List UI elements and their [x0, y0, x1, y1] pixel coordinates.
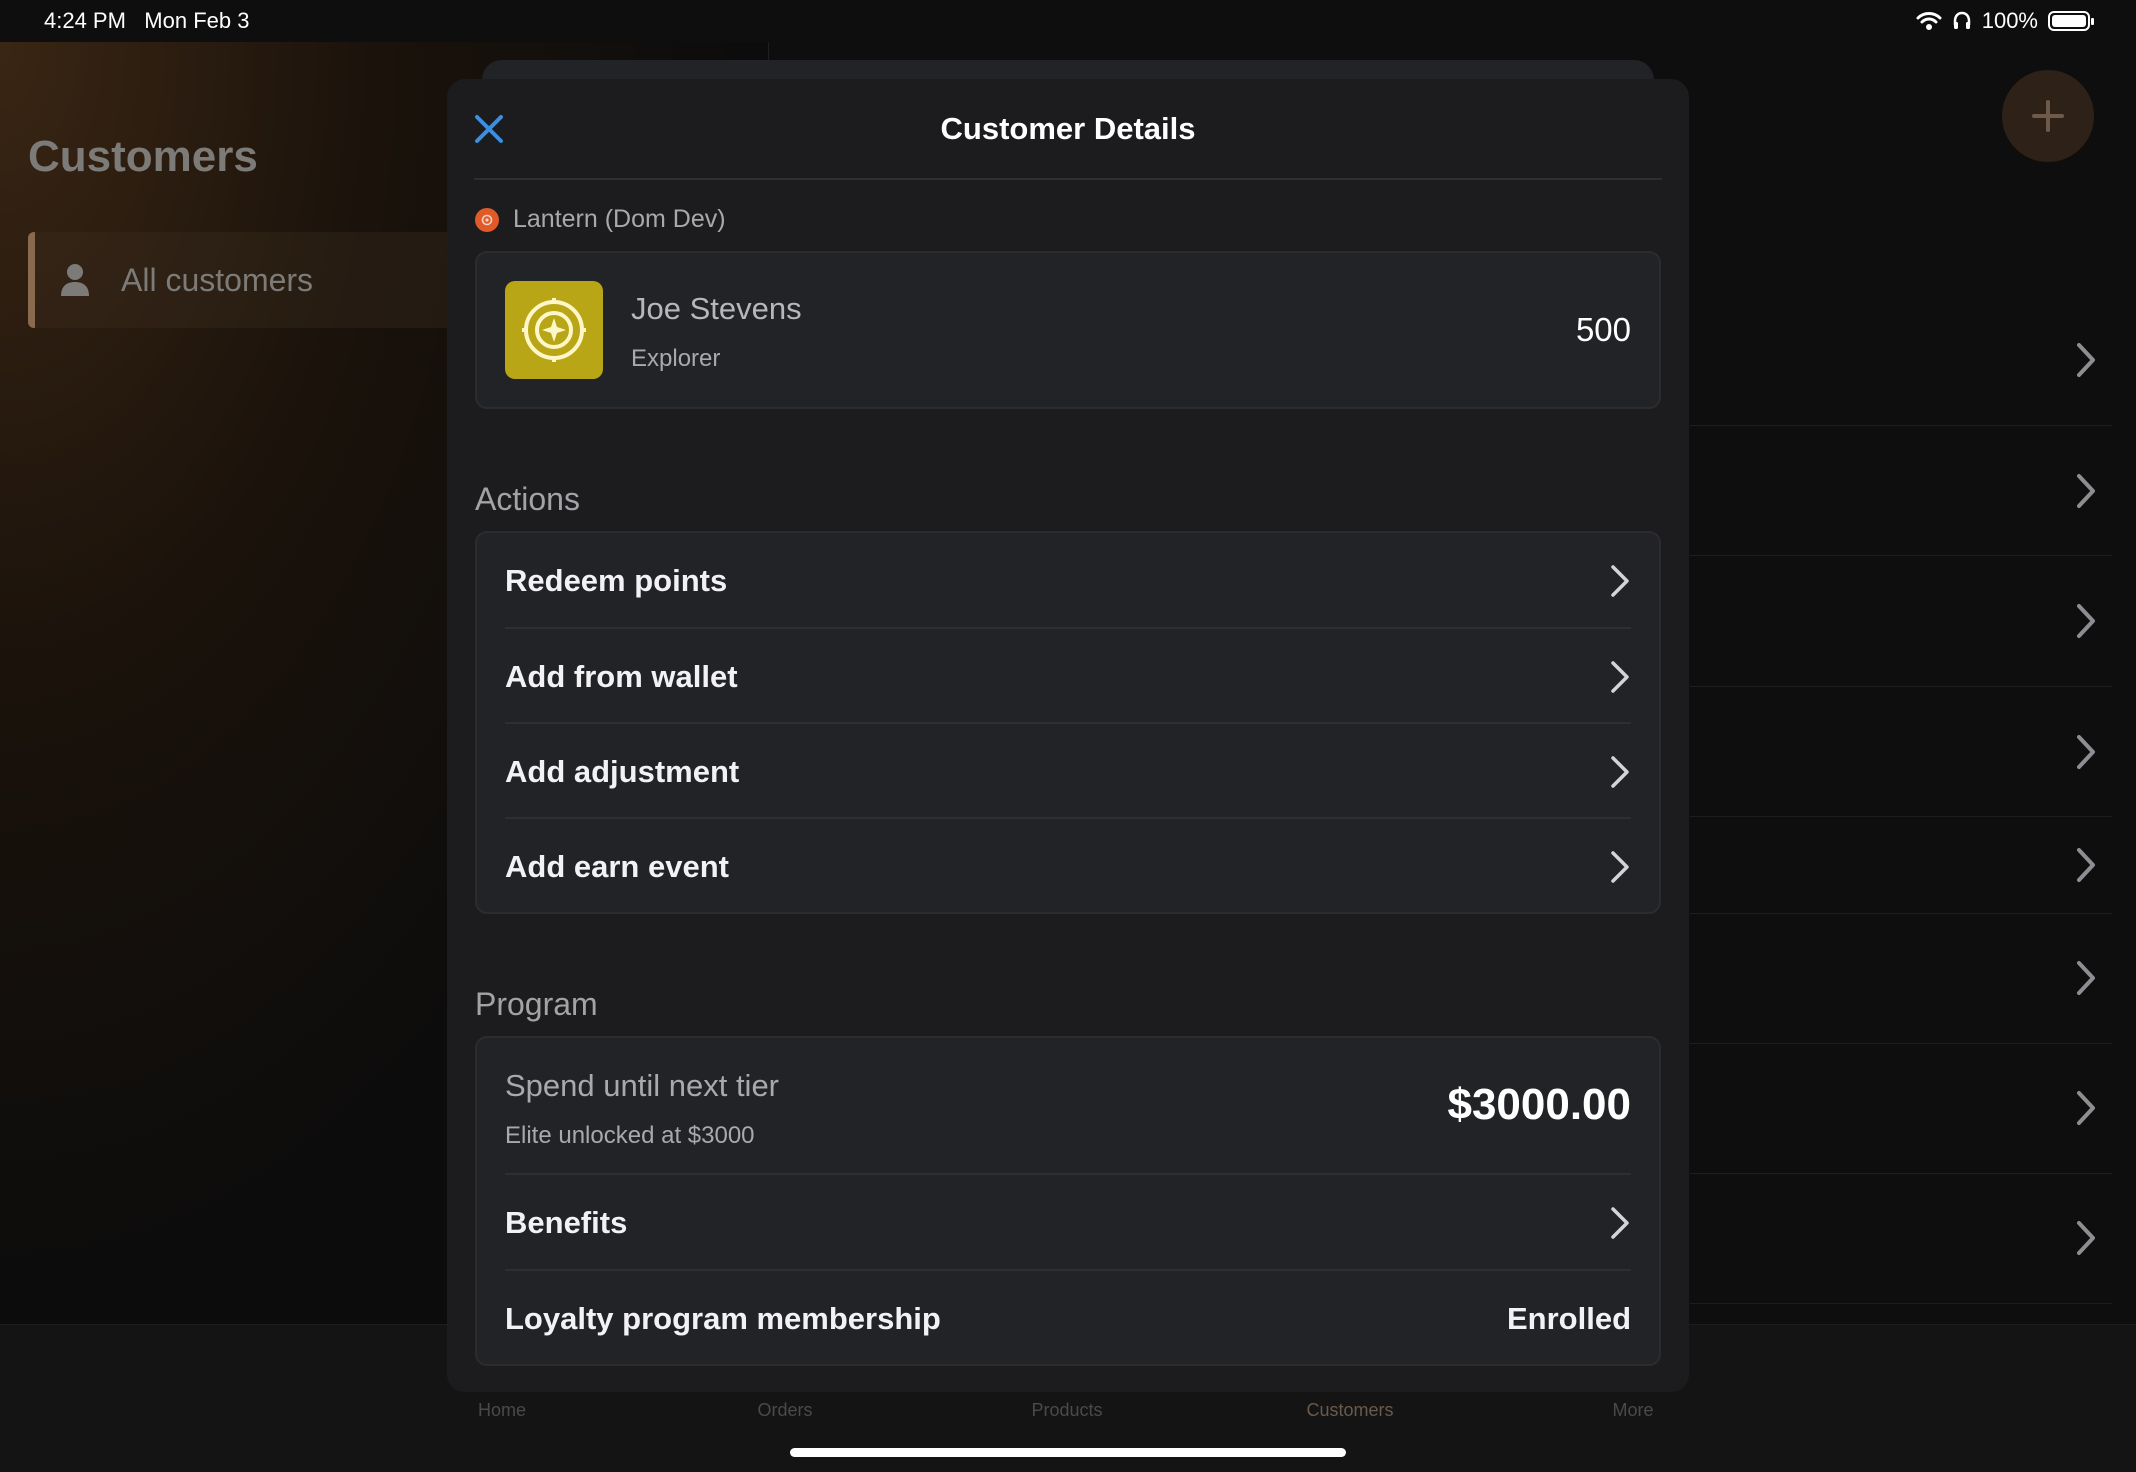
divider [1690, 425, 2112, 426]
divider [1690, 1043, 2112, 1044]
divider [1690, 1173, 2112, 1174]
action-add-from-wallet[interactable]: Add from wallet [477, 629, 1659, 724]
chevron-right-icon [1611, 850, 1629, 883]
spend-until-next-tier-label: Spend until next tier [505, 1068, 780, 1103]
action-add-earn-event[interactable]: Add earn event [477, 819, 1659, 914]
brand-row: Lantern (Dom Dev) [475, 205, 726, 234]
tab-orders[interactable]: Orders [757, 1400, 812, 1421]
divider [1690, 555, 2112, 556]
benefits-label: Benefits [505, 1204, 628, 1240]
brand-label: Lantern (Dom Dev) [513, 205, 726, 233]
membership-row: Loyalty program membership Enrolled [477, 1271, 1659, 1366]
chevron-right-icon [1611, 1206, 1629, 1239]
divider [1690, 686, 2112, 687]
section-actions-label: Actions [475, 481, 580, 517]
customer-name: Joe Stevens [631, 291, 802, 326]
customer-card: Joe Stevens Explorer 500 [475, 251, 1661, 409]
action-redeem-points[interactable]: Redeem points [477, 533, 1659, 628]
divider [1690, 816, 2112, 817]
sidebar-item-label: All customers [121, 261, 314, 298]
plus-icon [2032, 100, 2064, 132]
chevron-right-icon[interactable] [2074, 603, 2098, 639]
action-add-adjustment[interactable]: Add adjustment [477, 724, 1659, 819]
divider [1690, 1303, 2112, 1304]
home-indicator [790, 1448, 1346, 1457]
status-date-label: Mon Feb 3 [144, 8, 250, 33]
status-time-label: 4:24 PM [44, 8, 126, 33]
tier-avatar [505, 281, 603, 379]
divider [1690, 913, 2112, 914]
action-label: Add from wallet [505, 658, 738, 694]
status-indicators: 100% [1916, 8, 2094, 34]
wifi-icon [1916, 12, 1942, 30]
modal-title: Customer Details [940, 111, 1196, 146]
tab-customers[interactable]: Customers [1306, 1400, 1393, 1421]
benefits-row[interactable]: Benefits [477, 1175, 1659, 1270]
divider [474, 178, 1662, 180]
chevron-right-icon[interactable] [2074, 1090, 2098, 1126]
add-customer-button[interactable] [2002, 70, 2094, 162]
compass-icon [522, 298, 586, 362]
status-time: 4:24 PM Mon Feb 3 [44, 8, 249, 34]
tab-more[interactable]: More [1612, 1400, 1653, 1421]
chevron-right-icon[interactable] [2074, 473, 2098, 509]
action-label: Add earn event [505, 848, 729, 884]
tab-products[interactable]: Products [1031, 1400, 1102, 1421]
battery-icon [2048, 11, 2094, 31]
modal-header: Customer Details [447, 79, 1689, 180]
program-card: Spend until next tier Elite unlocked at … [475, 1036, 1661, 1366]
tab-home[interactable]: Home [478, 1400, 526, 1421]
customer-tier: Explorer [631, 345, 721, 372]
chevron-right-icon[interactable] [2074, 960, 2098, 996]
chevron-right-icon [1611, 660, 1629, 693]
actions-card: Redeem points Add from wallet Add adjust… [475, 531, 1661, 914]
chevron-right-icon[interactable] [2074, 847, 2098, 883]
chevron-right-icon [1611, 755, 1629, 788]
action-label: Add adjustment [505, 753, 740, 789]
battery-percent: 100% [1981, 8, 2038, 33]
person-icon [55, 260, 95, 300]
spend-value: $3000.00 [1447, 1080, 1631, 1129]
headphones-icon [1953, 11, 1970, 29]
chevron-right-icon[interactable] [2074, 1220, 2098, 1256]
membership-status: Enrolled [1506, 1300, 1631, 1336]
brand-logo-icon [475, 207, 499, 232]
membership-label: Loyalty program membership [505, 1300, 941, 1336]
customer-details-modal: Customer Details Lantern (Dom Dev) Joe S… [447, 79, 1689, 1392]
chevron-right-icon[interactable] [2074, 734, 2098, 770]
action-label: Redeem points [505, 562, 728, 598]
chevron-right-icon [1611, 564, 1629, 597]
chevron-right-icon[interactable] [2074, 342, 2098, 378]
spend-subtitle: Elite unlocked at $3000 [505, 1122, 755, 1149]
customer-points: 500 [1575, 311, 1631, 348]
sidebar-title: Customers [28, 132, 258, 181]
section-program-label: Program [475, 986, 598, 1022]
